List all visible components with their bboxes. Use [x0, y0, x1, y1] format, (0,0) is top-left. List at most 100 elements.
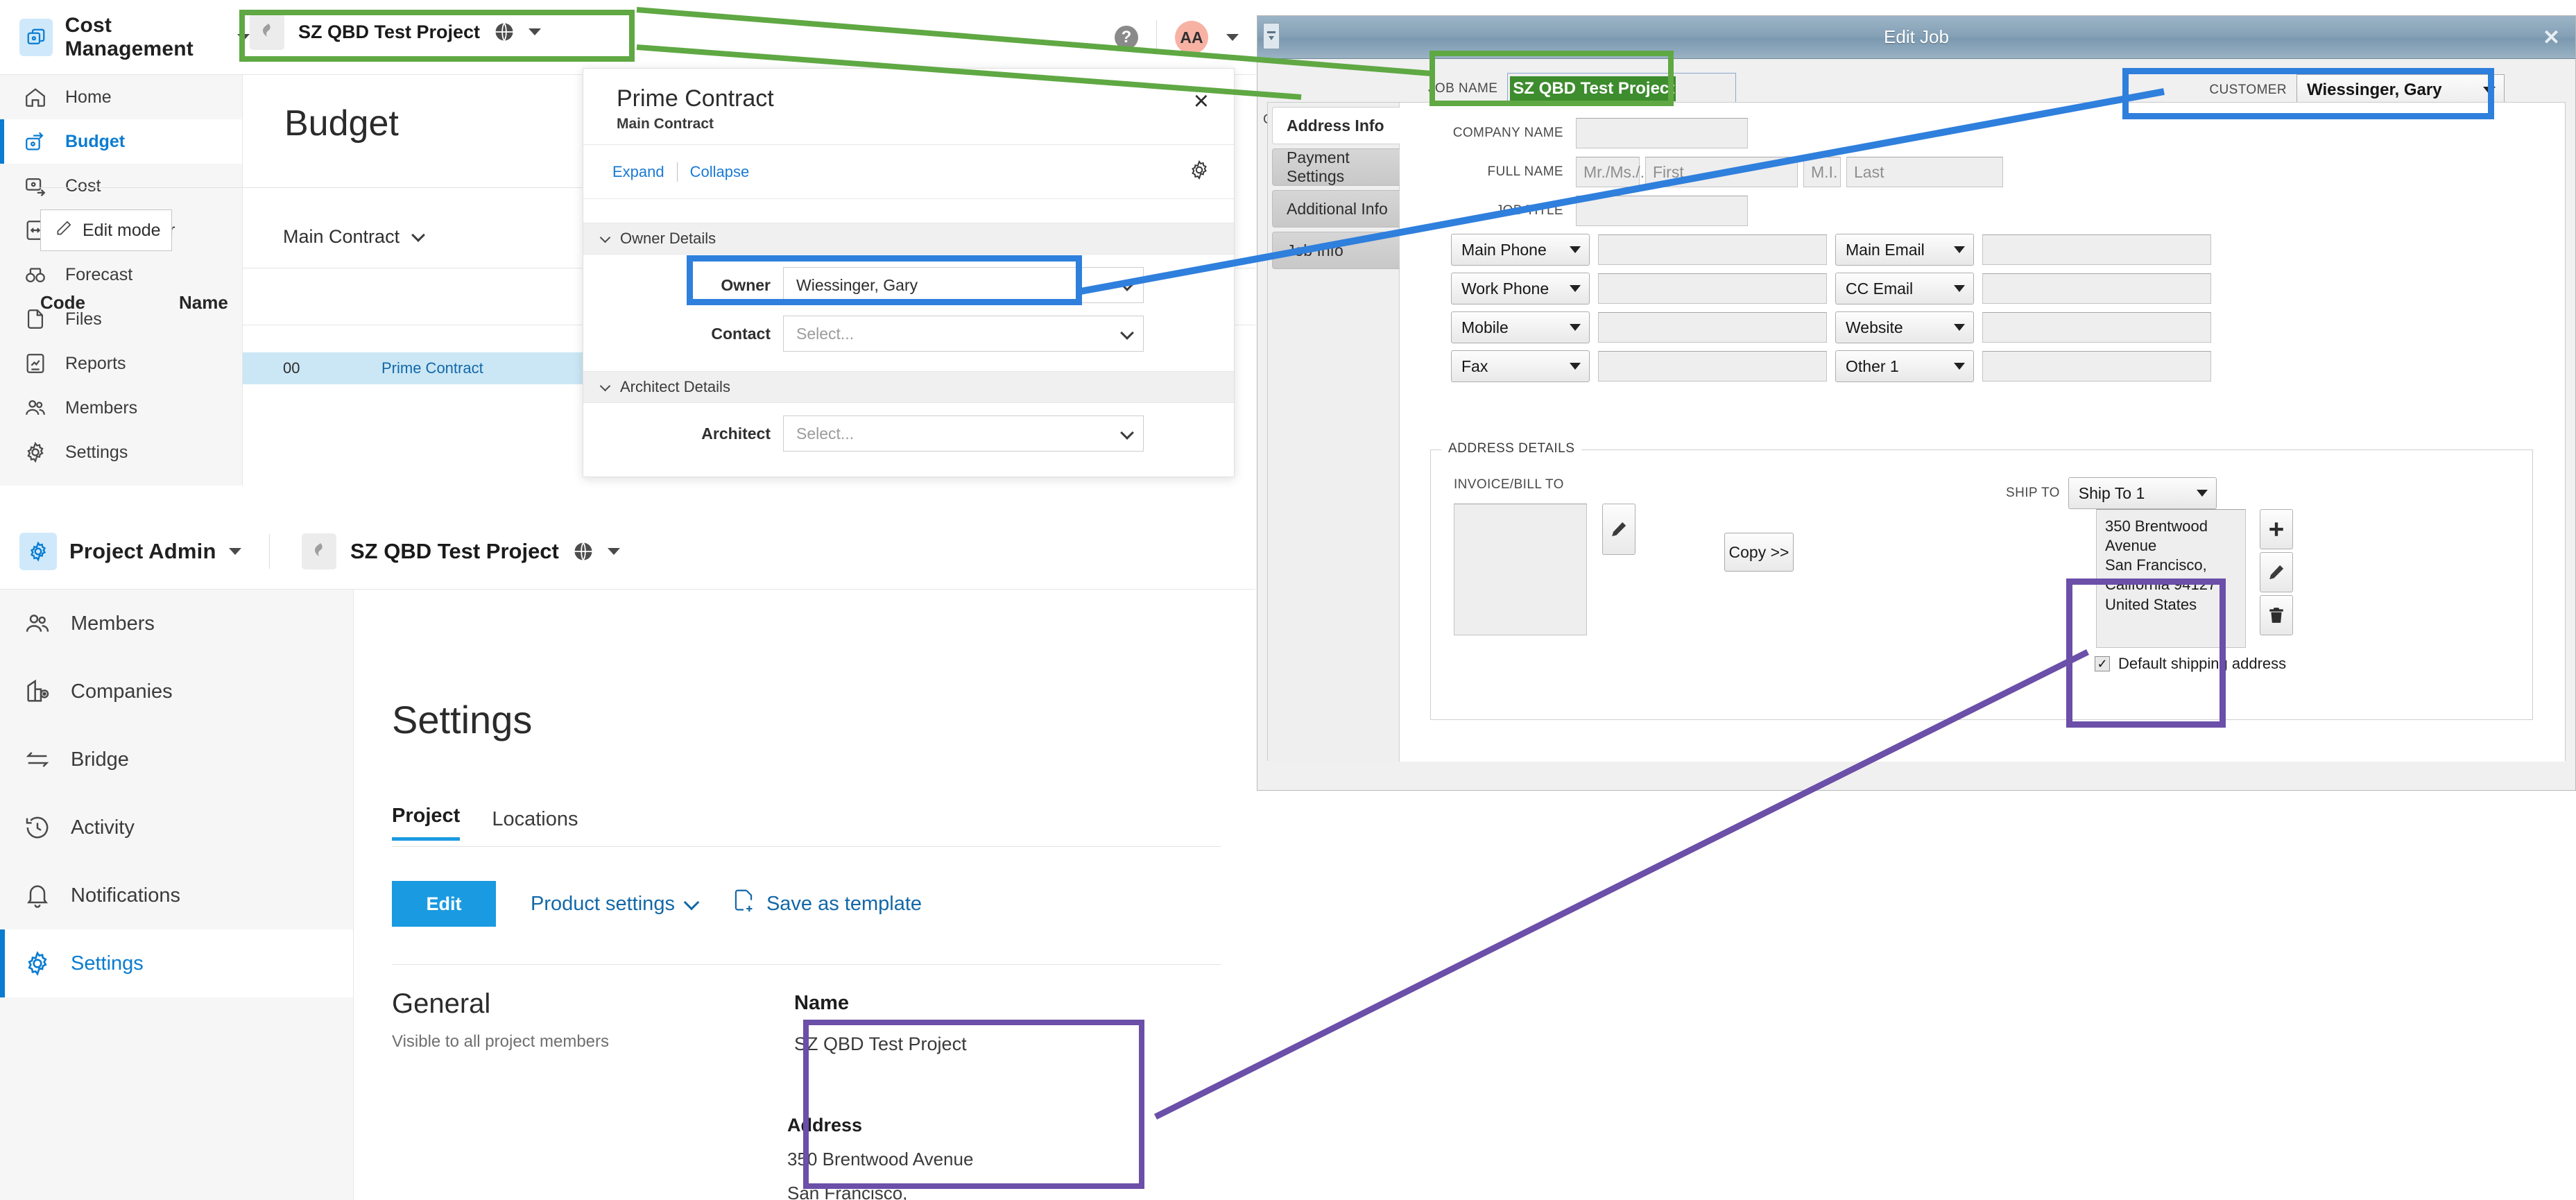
sidebar-label: Cost [65, 175, 101, 196]
sidebar-label: Companies [71, 680, 173, 703]
edit-button[interactable]: Edit [392, 881, 496, 927]
project-chevron-down-icon[interactable] [607, 547, 620, 555]
expand-link[interactable]: Expand [583, 163, 664, 181]
dropdown-value: Main Phone [1461, 240, 1547, 259]
gear-icon[interactable] [1188, 159, 1210, 185]
save-template-icon [732, 889, 755, 919]
product-settings-dropdown[interactable]: Product settings [531, 893, 700, 916]
sidebar-item-activity[interactable]: Activity [0, 794, 353, 862]
tab-payment-settings[interactable]: Payment Settings [1272, 148, 1400, 186]
invoice-bill-to-label: INVOICE/BILL TO [1454, 477, 1564, 492]
project-admin-content: Settings Project Locations Edit Product … [354, 590, 1255, 1200]
ship-address-line-3: United States [2105, 595, 2197, 613]
work-phone-input[interactable] [1598, 273, 1827, 304]
ship-to-group: SHIP TO Ship To 1 [2006, 477, 2217, 509]
save-as-template-button[interactable]: Save as template [732, 889, 922, 919]
first-name-input[interactable]: First [1645, 157, 1798, 187]
edit-mode-button[interactable]: Edit mode [40, 209, 172, 251]
close-icon[interactable]: ✕ [2543, 26, 2560, 50]
tab-label: Job Info [1287, 241, 1343, 259]
delete-trash-icon[interactable] [2260, 595, 2293, 635]
bell-icon [24, 882, 51, 909]
architect-select[interactable]: Select... [783, 415, 1144, 452]
contract-filter-dropdown[interactable]: Main Contract [283, 226, 425, 248]
website-type-dropdown[interactable]: Website [1835, 311, 1974, 343]
ship-to-dropdown[interactable]: Ship To 1 [2068, 477, 2217, 509]
tab-label: Payment Settings [1287, 148, 1350, 185]
main-email-type-dropdown[interactable]: Main Email [1835, 234, 1974, 266]
contact-row-3: Mobile Website [1400, 308, 2565, 347]
system-menu-icon[interactable] [1263, 23, 1280, 49]
chevron-down-icon[interactable] [228, 547, 241, 555]
main-phone-type-dropdown[interactable]: Main Phone [1451, 234, 1590, 266]
job-title-input[interactable] [1576, 196, 1748, 226]
product-switcher[interactable]: Project Admin [0, 532, 250, 570]
contact-field-row: Contact Select... [583, 303, 1234, 352]
cc-email-type-dropdown[interactable]: CC Email [1835, 273, 1974, 305]
section-owner-details[interactable]: Owner Details [583, 223, 1234, 255]
work-phone-type-dropdown[interactable]: Work Phone [1451, 273, 1590, 305]
section-label: Architect Details [620, 378, 730, 395]
tab-project[interactable]: Project [392, 805, 461, 841]
sidebar-item-companies[interactable]: Companies [0, 658, 353, 726]
sidebar-label: Members [65, 397, 138, 418]
tab-additional-info[interactable]: Additional Info [1272, 190, 1400, 228]
contact-select[interactable]: Select... [783, 316, 1144, 352]
ship-to-value: Ship To 1 [2078, 483, 2145, 502]
main-phone-input[interactable] [1598, 234, 1827, 265]
sidebar-item-home[interactable]: Home [0, 75, 242, 119]
tab-locations[interactable]: Locations [492, 808, 578, 841]
website-input[interactable] [1982, 312, 2211, 343]
members-icon [24, 610, 51, 637]
other1-type-dropdown[interactable]: Other 1 [1835, 350, 1974, 382]
last-name-input[interactable]: Last [1846, 157, 2003, 187]
tab-job-info[interactable]: Job Info [1272, 232, 1400, 269]
edit-job-window: Edit Job ✕ JOB NAME SZ QBD Test Project … [1257, 15, 2576, 791]
main-email-input[interactable] [1982, 234, 2211, 265]
job-name-label: JOB NAME [1428, 81, 1498, 96]
sidebar-item-notifications[interactable]: Notifications [0, 862, 353, 929]
fax-input[interactable] [1598, 351, 1827, 382]
tab-address-info[interactable]: Address Info [1272, 107, 1400, 144]
sidebar-item-cost[interactable]: Cost [0, 164, 242, 208]
salutation-input[interactable]: Mr./Ms./.. [1576, 157, 1649, 187]
edit-pencil-icon[interactable] [2260, 552, 2293, 592]
project-selector[interactable]: SZ QBD Test Project [243, 8, 556, 55]
project-chevron-down-icon[interactable] [529, 28, 542, 35]
mobile-input[interactable] [1598, 312, 1827, 343]
sidebar-item-settings[interactable]: Settings [0, 430, 242, 474]
ship-to-address-textarea[interactable]: 350 Brentwood Avenue San Francisco, Cali… [2096, 509, 2246, 648]
product-switcher[interactable]: Cost Management [0, 14, 250, 61]
cc-email-input[interactable] [1982, 273, 2211, 304]
invoice-bill-to-textarea[interactable] [1454, 504, 1587, 635]
company-name-input[interactable] [1576, 118, 1748, 148]
avatar-chevron-down-icon[interactable] [1226, 34, 1239, 41]
project-selector[interactable]: SZ QBD Test Project [295, 528, 635, 575]
dropdown-value: Main Email [1846, 240, 1925, 259]
close-icon[interactable]: × [1194, 88, 1209, 114]
add-icon[interactable] [2260, 509, 2293, 549]
sidebar-item-members[interactable]: Members [0, 386, 242, 430]
section-architect-details[interactable]: Architect Details [583, 371, 1234, 403]
help-icon[interactable]: ? [1115, 26, 1138, 49]
default-shipping-address-checkbox-row[interactable]: ✓ Default shipping address [2095, 655, 2286, 673]
sidebar-item-members[interactable]: Members [0, 590, 353, 658]
sidebar-item-settings[interactable]: Settings [0, 929, 353, 997]
sidebar-item-reports[interactable]: Reports [0, 341, 242, 386]
owner-select[interactable]: Wiessinger, Gary [783, 267, 1144, 303]
fax-type-dropdown[interactable]: Fax [1451, 350, 1590, 382]
sidebar-item-bridge[interactable]: Bridge [0, 726, 353, 794]
collapse-link[interactable]: Collapse [690, 163, 750, 181]
cell-name[interactable]: Prime Contract [381, 359, 483, 377]
checkbox[interactable]: ✓ [2095, 656, 2110, 671]
other1-input[interactable] [1982, 351, 2211, 382]
job-name-input[interactable]: SZ QBD Test Project [1507, 73, 1737, 105]
edit-pencil-icon[interactable] [1602, 504, 1635, 555]
middle-initial-input[interactable]: M.I. [1803, 157, 1841, 187]
mobile-type-dropdown[interactable]: Mobile [1451, 311, 1590, 343]
sidebar-item-budget[interactable]: Budget [0, 119, 242, 164]
gear-icon [24, 950, 51, 977]
avatar[interactable]: AA [1175, 21, 1208, 54]
copy-button[interactable]: Copy >> [1724, 533, 1794, 572]
window-title-bar[interactable]: Edit Job ✕ [1257, 16, 2575, 59]
